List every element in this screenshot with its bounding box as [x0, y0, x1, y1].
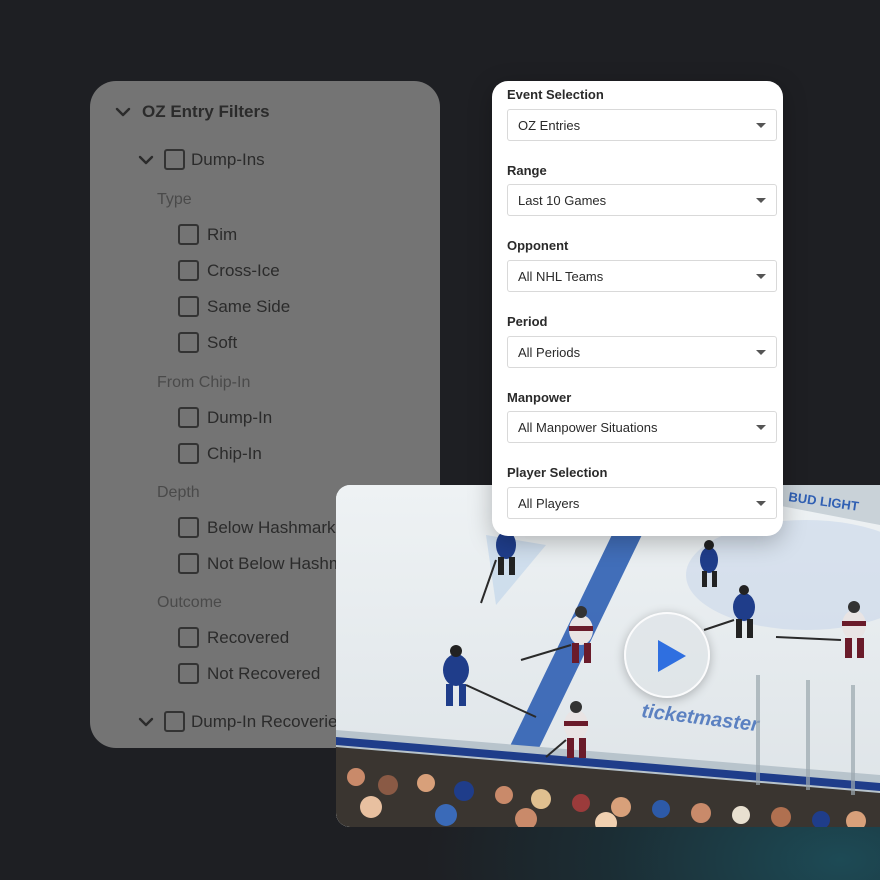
- soft-checkbox[interactable]: [178, 332, 199, 353]
- caret-down-icon: [756, 424, 766, 430]
- range-dropdown[interactable]: Last 10 Games: [507, 184, 777, 216]
- period-dropdown[interactable]: All Periods: [507, 336, 777, 368]
- recovered-checkbox[interactable]: [178, 627, 199, 648]
- option-same-side[interactable]: Same Side: [178, 296, 290, 317]
- opponent-value: All NHL Teams: [518, 268, 604, 284]
- event-selection-value: OZ Entries: [518, 117, 581, 133]
- opponent-dropdown[interactable]: All NHL Teams: [507, 260, 777, 292]
- rim-checkbox[interactable]: [178, 224, 199, 245]
- dump-ins-checkbox[interactable]: [164, 149, 185, 170]
- play-icon[interactable]: [626, 614, 708, 696]
- group-dump-in-recoveries[interactable]: Dump-In Recoveries: [137, 711, 346, 732]
- option-label: Not Recovered: [207, 663, 321, 683]
- dump-in-recoveries-checkbox[interactable]: [164, 711, 185, 732]
- chevron-down-icon[interactable]: [137, 713, 155, 731]
- filters-title: OZ Entry Filters: [142, 102, 270, 121]
- section-from-chip-in-label: From Chip-In: [157, 374, 251, 391]
- section-depth-label: Depth: [157, 484, 200, 501]
- caret-down-icon: [756, 273, 766, 279]
- option-dump-in[interactable]: Dump-In: [178, 407, 272, 428]
- chevron-down-icon[interactable]: [137, 151, 155, 169]
- option-soft[interactable]: Soft: [178, 332, 237, 353]
- range-value: Last 10 Games: [518, 192, 607, 208]
- option-recovered[interactable]: Recovered: [178, 627, 289, 648]
- option-chip-in[interactable]: Chip-In: [178, 443, 262, 464]
- not-recovered-checkbox[interactable]: [178, 663, 199, 684]
- dump-ins-label: Dump-Ins: [191, 149, 265, 169]
- event-selection-label: Event Selection: [507, 87, 604, 102]
- option-below-hashmarks[interactable]: Below Hashmarks: [178, 517, 344, 538]
- play-button[interactable]: [624, 612, 710, 698]
- group-dump-ins[interactable]: Dump-Ins: [137, 149, 265, 170]
- not-below-hashmarks-checkbox[interactable]: [178, 553, 199, 574]
- option-label: Below Hashmarks: [207, 517, 344, 537]
- range-label: Range: [507, 163, 547, 178]
- option-label: Soft: [207, 332, 238, 352]
- caret-down-icon: [756, 349, 766, 355]
- below-hashmarks-checkbox[interactable]: [178, 517, 199, 538]
- option-not-recovered[interactable]: Not Recovered: [178, 663, 320, 684]
- chevron-down-icon[interactable]: [114, 103, 132, 121]
- option-label: Dump-In: [207, 407, 273, 427]
- caret-down-icon: [756, 122, 766, 128]
- section-outcome-label: Outcome: [157, 594, 222, 611]
- same-side-checkbox[interactable]: [178, 296, 199, 317]
- player-selection-dropdown[interactable]: All Players: [507, 487, 777, 519]
- caret-down-icon: [756, 197, 766, 203]
- dump-in-checkbox[interactable]: [178, 407, 199, 428]
- option-label: Chip-In: [207, 443, 262, 463]
- filters-header[interactable]: OZ Entry Filters: [114, 102, 270, 122]
- option-rim[interactable]: Rim: [178, 224, 237, 245]
- period-value: All Periods: [518, 344, 581, 360]
- dump-in-recoveries-label: Dump-In Recoveries: [191, 711, 346, 731]
- caret-down-icon: [756, 500, 766, 506]
- player-selection-label: Player Selection: [507, 465, 608, 480]
- option-label: Recovered: [207, 627, 290, 647]
- period-label: Period: [507, 314, 548, 329]
- cross-ice-checkbox[interactable]: [178, 260, 199, 281]
- manpower-dropdown[interactable]: All Manpower Situations: [507, 411, 777, 443]
- opponent-label: Opponent: [507, 238, 569, 253]
- selection-card: Event Selection OZ Entries Range Last 10…: [492, 81, 783, 536]
- chip-in-checkbox[interactable]: [178, 443, 199, 464]
- option-label: Same Side: [207, 296, 291, 316]
- section-type-label: Type: [157, 191, 192, 208]
- event-selection-dropdown[interactable]: OZ Entries: [507, 109, 777, 141]
- option-label: Cross-Ice: [207, 260, 280, 280]
- manpower-value: All Manpower Situations: [518, 419, 658, 435]
- manpower-label: Manpower: [507, 390, 572, 405]
- player-selection-value: All Players: [518, 495, 580, 511]
- option-label: Rim: [207, 224, 238, 244]
- hockey-video-frame: BUD LIGHT ticketmaster: [336, 485, 880, 827]
- option-cross-ice[interactable]: Cross-Ice: [178, 260, 280, 281]
- video-player[interactable]: BUD LIGHT ticketmaster: [336, 485, 880, 827]
